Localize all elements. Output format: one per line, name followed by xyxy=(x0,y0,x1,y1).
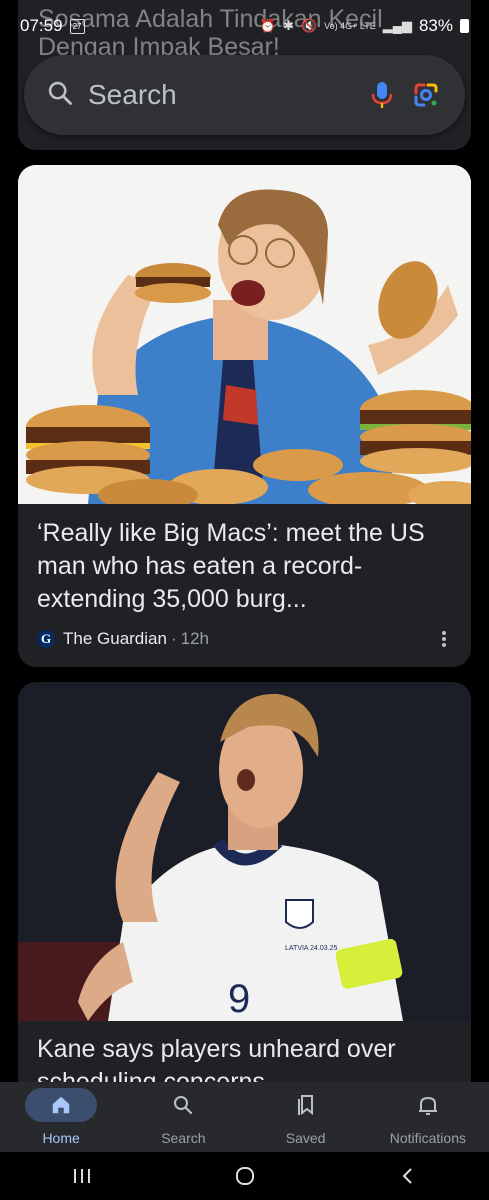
mute-icon: 🔇 xyxy=(300,18,318,33)
back-button[interactable] xyxy=(378,1156,438,1196)
nav-home-label: Home xyxy=(42,1130,80,1146)
bookmark-icon xyxy=(270,1088,342,1122)
recent-apps-icon xyxy=(73,1169,90,1183)
shirt-number: 9 xyxy=(228,977,250,1021)
search-bar[interactable]: Search xyxy=(24,55,465,135)
card-title: ‘Really like Big Macs’: meet the US man … xyxy=(37,519,425,613)
home-icon xyxy=(25,1088,98,1122)
news-card[interactable]: LATVIA 24.03.25 9 Kane says players unhe… xyxy=(18,682,471,1102)
battery-percent: 83% xyxy=(418,16,453,35)
status-bar: 07:59 27 ⏰ ✱ 🔇 Vo) 4G+ LTE ▂▄▆ 83% xyxy=(0,0,489,52)
search-input[interactable]: Search xyxy=(88,79,355,111)
shirt-text: LATVIA 24.03.25 xyxy=(285,945,338,952)
nav-notifications-label: Notifications xyxy=(389,1130,466,1146)
bell-icon xyxy=(392,1088,464,1122)
back-icon xyxy=(402,1168,412,1184)
nav-notifications[interactable]: Notifications xyxy=(367,1082,489,1152)
news-card[interactable]: ‘Really like Big Macs’: meet the US man … xyxy=(18,165,471,667)
footballer-image: LATVIA 24.03.25 9 xyxy=(18,682,471,1021)
nav-search[interactable]: Search xyxy=(122,1082,244,1152)
alarm-icon: ⏰ xyxy=(259,18,277,33)
search-icon xyxy=(147,1088,219,1122)
nav-home[interactable]: Home xyxy=(0,1082,122,1152)
google-lens-icon[interactable] xyxy=(409,78,443,112)
more-options-icon[interactable] xyxy=(432,627,456,651)
search-icon xyxy=(46,79,74,112)
article-age: 12h xyxy=(180,629,209,648)
battery-icon xyxy=(460,19,469,33)
source-separator: · xyxy=(170,629,177,648)
guardian-logo-icon: G xyxy=(37,630,55,648)
home-circle-icon xyxy=(235,1167,254,1185)
source-row: G The Guardian · 12h xyxy=(37,627,457,651)
system-navigation xyxy=(0,1152,489,1200)
nav-saved-label: Saved xyxy=(285,1130,326,1146)
source-name: The Guardian xyxy=(63,629,167,648)
recent-apps-button[interactable] xyxy=(52,1156,112,1196)
network-indicator: Vo) 4G+ LTE xyxy=(324,21,376,31)
nav-search-label: Search xyxy=(161,1130,206,1146)
bottom-navigation: Home Search Saved Notifications xyxy=(0,1082,489,1152)
status-time: 07:59 xyxy=(20,16,63,35)
calendar-icon: 27 xyxy=(69,18,85,34)
burger-man-image xyxy=(18,165,471,511)
home-button[interactable] xyxy=(215,1156,275,1196)
bluetooth-icon: ✱ xyxy=(283,18,294,33)
microphone-icon[interactable] xyxy=(365,78,399,112)
signal-icon: ▂▄▆ xyxy=(382,18,412,33)
nav-saved[interactable]: Saved xyxy=(245,1082,367,1152)
